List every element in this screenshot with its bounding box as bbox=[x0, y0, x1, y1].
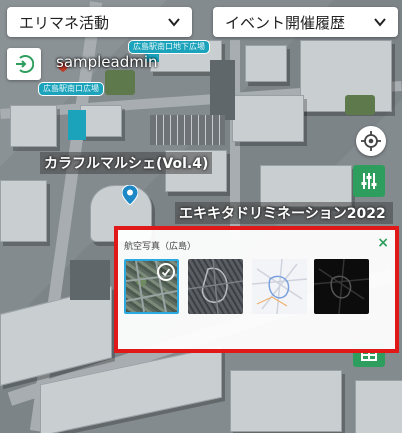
map-pin-icon[interactable] bbox=[121, 184, 139, 209]
trees bbox=[345, 95, 375, 115]
close-icon[interactable]: × bbox=[377, 235, 389, 251]
building bbox=[245, 45, 287, 82]
area-select-value: エリマネ活動 bbox=[19, 13, 110, 32]
building bbox=[230, 370, 342, 432]
check-icon bbox=[157, 263, 175, 281]
area-select[interactable]: エリマネ活動 bbox=[7, 7, 192, 37]
history-select[interactable]: イベント開催履歴 bbox=[213, 7, 398, 37]
building bbox=[0, 180, 47, 242]
building-roof bbox=[68, 110, 86, 140]
trees bbox=[105, 70, 135, 95]
login-button[interactable] bbox=[7, 48, 41, 80]
street-light-thumbnail bbox=[252, 259, 307, 314]
filter-icon bbox=[361, 173, 377, 189]
event-label[interactable]: エキキタドリミネーション2022 bbox=[175, 202, 393, 224]
chevron-down-icon bbox=[168, 18, 180, 27]
building-shadow bbox=[70, 260, 110, 300]
building-shadow bbox=[210, 60, 235, 120]
street-dark-thumbnail bbox=[314, 259, 369, 314]
layer-option-aerial[interactable] bbox=[124, 259, 179, 314]
building bbox=[232, 95, 304, 142]
parking-lot bbox=[150, 115, 225, 145]
locate-icon bbox=[361, 131, 381, 151]
map-tag[interactable]: 広島駅南口地下広場 bbox=[128, 40, 210, 54]
layer-option-street-light[interactable] bbox=[252, 259, 307, 314]
building bbox=[355, 380, 402, 433]
building bbox=[80, 105, 122, 137]
chevron-down-icon bbox=[374, 18, 386, 27]
locate-button[interactable] bbox=[356, 126, 386, 156]
building bbox=[260, 165, 352, 207]
username: sampleadmin bbox=[56, 53, 158, 71]
login-icon bbox=[16, 55, 34, 73]
layer-option-dark-satellite[interactable] bbox=[188, 259, 243, 314]
map-tag[interactable]: 広島駅南口広場 bbox=[38, 82, 104, 96]
layer-panel-title: 航空写真（広島） bbox=[124, 242, 197, 252]
layer-option-street-dark[interactable] bbox=[314, 259, 369, 314]
event-label[interactable]: カラフルマルシェ(Vol.4) bbox=[40, 152, 213, 174]
basemap-layer-panel: 航空写真（広島） × bbox=[114, 226, 399, 353]
dark-satellite-thumbnail bbox=[188, 259, 243, 314]
filter-button[interactable] bbox=[353, 165, 385, 197]
building bbox=[10, 105, 57, 147]
history-select-value: イベント開催履歴 bbox=[225, 13, 346, 32]
